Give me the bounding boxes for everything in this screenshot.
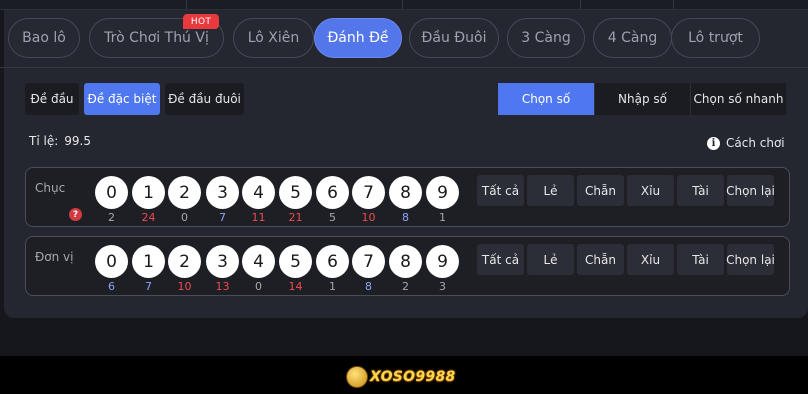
mode-nhap-so[interactable]: Nhập số (594, 83, 690, 115)
big-button[interactable]: Tài (677, 244, 724, 275)
row-label: Đơn vị (35, 250, 74, 264)
hit-count: 5 (329, 211, 336, 224)
number-ball-3[interactable]: 3 (206, 176, 239, 209)
hit-count: 8 (365, 280, 372, 293)
logo-text: XOSO9988 (370, 369, 456, 385)
hit-count: 10 (177, 280, 192, 293)
info-icon: i (707, 136, 720, 150)
row-label: Chục (35, 181, 66, 195)
number-ball-9[interactable]: 9 (426, 245, 459, 278)
hit-count: 10 (361, 211, 376, 224)
number-ball-7[interactable]: 7 (352, 245, 385, 278)
tab-4-cang[interactable]: 4 Càng (593, 18, 672, 58)
hit-count: 3 (439, 280, 446, 293)
mode-chon-so-nhanh[interactable]: Chọn số nhanh (690, 83, 786, 115)
odd-button[interactable]: Lẻ (527, 244, 574, 275)
number-ball-6[interactable]: 6 (316, 176, 349, 209)
hit-count: 24 (141, 211, 156, 224)
tab-bao-lo[interactable]: Bao lô (8, 18, 80, 58)
odds-ratio: Tỉ lệ: 99.5 (29, 134, 91, 148)
ratio-label: Tỉ lệ: (29, 134, 59, 148)
number-ball-4[interactable]: 4 (242, 245, 275, 278)
hit-count: 11 (251, 211, 266, 224)
number-ball-5[interactable]: 5 (279, 176, 312, 209)
number-ball-0[interactable]: 0 (95, 176, 128, 209)
hit-count: 0 (255, 280, 262, 293)
help-question-icon[interactable]: ? (69, 208, 82, 221)
number-ball-3[interactable]: 3 (206, 245, 239, 278)
how-to-play-label: Cách chơi (726, 136, 785, 150)
top-bar (0, 0, 808, 10)
reset-button[interactable]: Chọn lại (726, 244, 775, 275)
units-digit-row: Đơn vị 0 6 1 7 2 10 3 13 4 0 5 14 6 1 7 8 8 2 9 3 Tất cả Lẻ Ch… (25, 236, 790, 296)
hit-count: 7 (145, 280, 152, 293)
hit-count: 8 (402, 211, 409, 224)
reset-button[interactable]: Chọn lại (726, 175, 775, 206)
mode-chon-so[interactable]: Chọn số (498, 83, 594, 115)
hit-count: 6 (108, 280, 115, 293)
site-logo: XOSO9988 (346, 364, 456, 390)
small-button[interactable]: Xỉu (627, 244, 674, 275)
select-all-button[interactable]: Tất cả (477, 175, 524, 206)
even-button[interactable]: Chẵn (577, 175, 624, 206)
tab-danh-de[interactable]: Đánh Đề (314, 18, 402, 58)
hit-count: 0 (181, 211, 188, 224)
number-ball-9[interactable]: 9 (426, 176, 459, 209)
odd-button[interactable]: Lẻ (527, 175, 574, 206)
bet-type-de-dau-duoi[interactable]: Đề đầu đuôi (165, 83, 244, 115)
hit-count: 13 (215, 280, 230, 293)
tab-lo-truot[interactable]: Lô trượt (671, 18, 760, 58)
hit-count: 21 (288, 211, 303, 224)
number-ball-1[interactable]: 1 (132, 176, 165, 209)
small-button[interactable]: Xỉu (627, 175, 674, 206)
number-ball-0[interactable]: 0 (95, 245, 128, 278)
big-button[interactable]: Tài (677, 175, 724, 206)
how-to-play-link[interactable]: i Cách chơi (707, 136, 785, 150)
select-all-button[interactable]: Tất cả (477, 244, 524, 275)
hit-count: 14 (288, 280, 303, 293)
bet-type-de-dac-biet[interactable]: Đề đặc biệt (84, 83, 160, 115)
number-ball-4[interactable]: 4 (242, 176, 275, 209)
divider (0, 67, 808, 68)
tens-digit-row: Chục ? 0 2 1 24 2 0 3 7 4 11 5 21 6 5 7 10 8 8 9 1 Tất cả Lẻ C… (25, 167, 790, 227)
ratio-value: 99.5 (64, 134, 91, 148)
number-ball-2[interactable]: 2 (168, 176, 201, 209)
number-ball-7[interactable]: 7 (352, 176, 385, 209)
number-ball-8[interactable]: 8 (389, 245, 422, 278)
number-ball-8[interactable]: 8 (389, 176, 422, 209)
hit-count: 7 (219, 211, 226, 224)
tab-lo-xien[interactable]: Lô Xiên (233, 18, 314, 58)
logo-coin-icon (346, 366, 368, 388)
tab-dau-duoi[interactable]: Đầu Đuôi (409, 18, 499, 58)
number-ball-5[interactable]: 5 (279, 245, 312, 278)
hit-count: 1 (439, 211, 446, 224)
number-ball-2[interactable]: 2 (168, 245, 201, 278)
hit-count: 2 (402, 280, 409, 293)
number-ball-6[interactable]: 6 (316, 245, 349, 278)
hit-count: 1 (329, 280, 336, 293)
tab-3-cang[interactable]: 3 Càng (507, 18, 585, 58)
bet-type-de-dau[interactable]: Đề đầu (25, 83, 79, 115)
even-button[interactable]: Chẵn (577, 244, 624, 275)
hot-badge: HOT (183, 14, 219, 29)
hit-count: 2 (108, 211, 115, 224)
number-ball-1[interactable]: 1 (132, 245, 165, 278)
page-bottom (0, 318, 808, 356)
